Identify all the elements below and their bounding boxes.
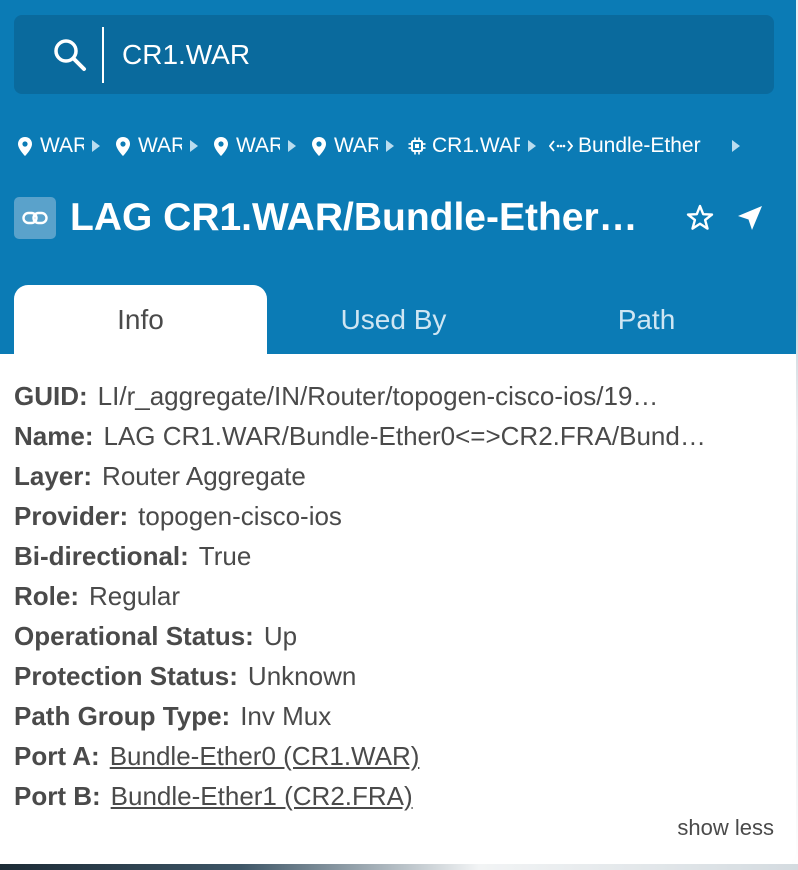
info-row-provider: Provider: topogen-cisco-ios <box>14 496 774 536</box>
link-arrows-icon <box>548 135 574 157</box>
show-less-link[interactable]: show less <box>660 815 774 841</box>
info-value: LAG CR1.WAR/Bundle-Ether0<=>CR2.FRA/Bund… <box>103 421 706 451</box>
breadcrumb-separator <box>528 140 536 152</box>
info-row-operational-status: Operational Status: Up <box>14 616 774 656</box>
info-value: Unknown <box>247 661 357 691</box>
info-value: Regular <box>89 581 181 611</box>
search-box <box>14 15 774 94</box>
breadcrumb: WAR WAR WAR WAR CR1.WAR Bundle-Ether <box>14 128 784 164</box>
info-list: GUID: LI/r_aggregate/IN/Router/topogen-ci… <box>14 376 774 816</box>
map-background-bottom <box>0 864 798 870</box>
info-row-role: Role: Regular <box>14 576 774 616</box>
info-label: Bi-directional: <box>14 541 189 571</box>
location-pin-icon <box>210 135 232 157</box>
breadcrumb-separator <box>92 140 100 152</box>
breadcrumb-item-interface[interactable]: Bundle-Ether <box>548 134 724 158</box>
tab-bar: Info Used By Path <box>14 285 784 354</box>
breadcrumb-label: WAR <box>40 134 84 157</box>
info-label: Port B: <box>14 781 101 811</box>
info-label: Layer: <box>14 461 93 491</box>
info-row-path-group-type: Path Group Type: Inv Mux <box>14 696 774 736</box>
star-icon[interactable] <box>684 202 716 234</box>
search-input[interactable] <box>122 29 722 81</box>
title-row: LAG CR1.WAR/Bundle-Ether0<=>CR2.FRA/Bund… <box>14 190 784 246</box>
tab-used-by[interactable]: Used By <box>267 285 520 354</box>
page-title: LAG CR1.WAR/Bundle-Ether0<=>CR2.FRA/Bund… <box>70 196 650 239</box>
breadcrumb-item-site-1[interactable]: WAR <box>14 134 84 158</box>
info-value: Router Aggregate <box>102 461 306 491</box>
location-pin-icon <box>14 135 36 157</box>
info-row-name: Name: LAG CR1.WAR/Bundle-Ether0<=>CR2.FRA… <box>14 416 774 456</box>
breadcrumb-separator <box>288 140 296 152</box>
location-pin-icon <box>112 135 134 157</box>
location-pin-icon <box>308 135 330 157</box>
info-label: GUID: <box>14 381 88 411</box>
info-label: Provider: <box>14 501 129 531</box>
info-label: Protection Status: <box>14 661 238 691</box>
info-value: Inv Mux <box>240 701 332 731</box>
info-row-bidirectional: Bi-directional: True <box>14 536 774 576</box>
breadcrumb-separator <box>386 140 394 152</box>
info-label: Role: <box>14 581 79 611</box>
search-icon[interactable] <box>52 37 88 73</box>
info-value: True <box>198 541 252 571</box>
breadcrumb-label: WAR <box>138 134 182 157</box>
breadcrumb-label: WAR <box>334 134 378 157</box>
breadcrumb-item-site-3[interactable]: WAR <box>210 134 280 158</box>
port-b-link[interactable]: Bundle-Ether1 (CR2.FRA) <box>111 781 413 811</box>
chip-icon <box>406 135 428 157</box>
tab-path[interactable]: Path <box>520 285 773 354</box>
info-label: Name: <box>14 421 94 451</box>
port-a-link[interactable]: Bundle-Ether0 (CR1.WAR) <box>110 741 420 771</box>
breadcrumb-separator <box>732 140 740 152</box>
info-label: Port A: <box>14 741 100 771</box>
info-row-port-a: Port A: Bundle-Ether0 (CR1.WAR) <box>14 736 774 776</box>
info-row-port-b: Port B: Bundle-Ether1 (CR2.FRA) <box>14 776 774 816</box>
info-row-guid: GUID: LI/r_aggregate/IN/Router/topogen-ci… <box>14 376 774 416</box>
panel-header: WAR WAR WAR WAR <box>0 0 796 354</box>
breadcrumb-label: WAR <box>236 134 280 157</box>
search-divider <box>102 27 104 83</box>
breadcrumb-item-site-4[interactable]: WAR <box>308 134 378 158</box>
info-label: Path Group Type: <box>14 701 231 731</box>
breadcrumb-label: CR1.WAR <box>432 134 520 157</box>
info-row-protection-status: Protection Status: Unknown <box>14 656 774 696</box>
details-panel: WAR WAR WAR WAR <box>0 0 796 864</box>
info-value: topogen-cisco-ios <box>138 501 342 531</box>
breadcrumb-item-device[interactable]: CR1.WAR <box>406 134 520 158</box>
info-value: Up <box>263 621 298 651</box>
breadcrumb-label: Bundle-Ether <box>578 134 701 157</box>
breadcrumb-separator <box>190 140 198 152</box>
link-icon <box>14 197 56 239</box>
tab-info[interactable]: Info <box>14 285 267 354</box>
info-label: Operational Status: <box>14 621 254 651</box>
info-value: LI/r_aggregate/IN/Router/topogen-cisco-i… <box>97 381 659 411</box>
breadcrumb-item-site-2[interactable]: WAR <box>112 134 182 158</box>
navigate-icon[interactable] <box>734 202 766 234</box>
info-row-layer: Layer: Router Aggregate <box>14 456 774 496</box>
